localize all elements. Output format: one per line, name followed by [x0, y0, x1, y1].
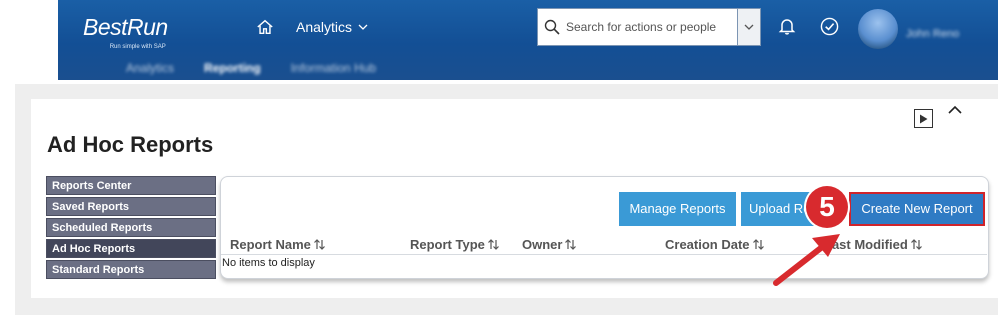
column-header-last-modified[interactable]: Last Modified: [824, 237, 923, 252]
search-input[interactable]: [564, 19, 738, 35]
column-label: Report Name: [230, 237, 311, 252]
side-menu-item-saved-reports[interactable]: Saved Reports: [46, 197, 216, 216]
column-label: Owner: [522, 237, 563, 252]
user-name[interactable]: John Reno: [906, 28, 959, 40]
page-title: Ad Hoc Reports: [47, 132, 214, 157]
side-menu: Reports Center Saved Reports Scheduled R…: [46, 176, 216, 281]
chevron-down-icon: [358, 24, 368, 30]
manage-reports-button[interactable]: Manage Reports: [619, 192, 736, 226]
side-menu-item-scheduled-reports[interactable]: Scheduled Reports: [46, 218, 216, 237]
search-field[interactable]: [537, 8, 761, 46]
sort-icon: [313, 239, 325, 250]
sort-icon: [565, 239, 577, 250]
avatar[interactable]: [858, 9, 898, 49]
create-new-report-button[interactable]: Create New Report: [849, 192, 985, 226]
play-button[interactable]: [914, 109, 933, 128]
side-menu-item-reports-center[interactable]: Reports Center: [46, 176, 216, 195]
column-header-report-name[interactable]: Report Name: [230, 237, 326, 252]
approve-icon[interactable]: [820, 17, 839, 36]
sort-icon: [910, 239, 922, 250]
column-label: Last Modified: [824, 237, 908, 252]
search-scope-dropdown[interactable]: [737, 8, 761, 46]
module-menu-label: Analytics: [296, 19, 353, 35]
logo-text: BestRun: [83, 14, 168, 40]
column-label: Creation Date: [665, 237, 750, 252]
shell-bar: BestRun Run simple with SAP Analytics Jo…: [58, 0, 998, 80]
step-badge: 5: [806, 186, 848, 228]
module-menu[interactable]: Analytics: [296, 19, 368, 35]
company-logo[interactable]: BestRun Run simple with SAP: [83, 14, 168, 50]
subnav-item-reporting[interactable]: Reporting: [204, 61, 261, 75]
logo-tagline: Run simple with SAP: [109, 44, 166, 50]
side-menu-item-ad-hoc-reports[interactable]: Ad Hoc Reports: [46, 239, 216, 258]
sort-icon: [752, 239, 764, 250]
chevron-up-icon[interactable]: [947, 104, 963, 116]
empty-table-message: No items to display: [222, 257, 315, 269]
subnav-item-information-hub[interactable]: Information Hub: [291, 61, 376, 75]
bell-icon[interactable]: [778, 17, 796, 35]
column-header-report-type[interactable]: Report Type: [410, 237, 500, 252]
column-header-creation-date[interactable]: Creation Date: [665, 237, 765, 252]
sub-navigation: Analytics Reporting Information Hub: [116, 56, 998, 80]
play-icon: [920, 114, 928, 123]
subnav-item-analytics[interactable]: Analytics: [126, 61, 174, 75]
sort-icon: [487, 239, 499, 250]
column-label: Report Type: [410, 237, 485, 252]
side-menu-item-standard-reports[interactable]: Standard Reports: [46, 260, 216, 279]
home-icon[interactable]: [256, 18, 274, 36]
column-header-owner[interactable]: Owner: [522, 237, 577, 252]
table-header-divider: [221, 254, 987, 255]
chevron-down-icon: [744, 24, 754, 30]
search-icon: [544, 19, 560, 35]
